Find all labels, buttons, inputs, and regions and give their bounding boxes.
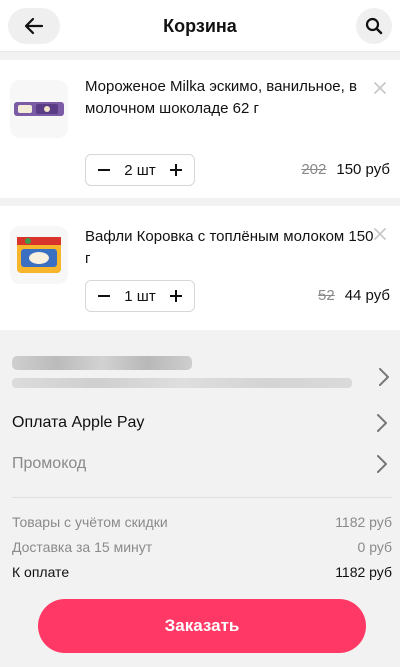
quantity-stepper: 1 шт bbox=[85, 280, 195, 312]
cart-item: Вафли Коровка с топлёным молоком 150 г 1… bbox=[0, 206, 400, 330]
summary-delivery-row: Доставка за 15 минут 0 руб bbox=[12, 539, 392, 555]
old-price: 52 bbox=[318, 287, 335, 304]
search-button[interactable] bbox=[356, 8, 392, 44]
close-icon bbox=[374, 228, 386, 240]
product-thumbnail[interactable] bbox=[10, 226, 68, 284]
summary-goods-row: Товары с учётом скидки 1182 руб bbox=[12, 514, 392, 530]
decrease-quantity-button[interactable] bbox=[96, 288, 112, 304]
product-thumbnail[interactable] bbox=[10, 80, 68, 138]
increase-quantity-button[interactable] bbox=[168, 288, 184, 304]
plus-icon bbox=[169, 290, 182, 302]
top-bar: Корзина bbox=[0, 0, 400, 52]
payment-method-row[interactable]: Оплата Apple Pay bbox=[12, 413, 388, 433]
current-price: 44 руб bbox=[344, 287, 390, 304]
price-block: 52 44 руб bbox=[318, 287, 390, 304]
price-block: 202 150 руб bbox=[301, 161, 390, 178]
quantity-stepper: 2 шт bbox=[85, 154, 195, 186]
payment-method-label: Оплата Apple Pay bbox=[12, 414, 145, 431]
remove-item-button[interactable] bbox=[372, 226, 388, 242]
promo-code-row[interactable]: Промокод bbox=[12, 454, 388, 474]
divider bbox=[12, 497, 392, 498]
delivery-value: 0 руб bbox=[357, 539, 392, 555]
increase-quantity-button[interactable] bbox=[168, 162, 184, 178]
delivery-address-row[interactable] bbox=[0, 340, 400, 398]
blurred-address-details bbox=[12, 378, 352, 388]
remove-item-button[interactable] bbox=[372, 80, 388, 96]
korovka-wafers-image bbox=[17, 237, 61, 273]
page-title: Корзина bbox=[163, 16, 237, 36]
goods-label: Товары с учётом скидки bbox=[12, 514, 168, 530]
blurred-address-line bbox=[12, 356, 192, 370]
total-label: К оплате bbox=[12, 564, 70, 580]
quantity-value: 2 шт bbox=[124, 161, 156, 179]
current-price: 150 руб bbox=[336, 161, 390, 178]
total-value: 1182 руб bbox=[335, 564, 392, 580]
quantity-value: 1 шт bbox=[124, 287, 156, 305]
goods-value: 1182 руб bbox=[335, 514, 392, 530]
plus-icon bbox=[169, 164, 182, 176]
delivery-label: Доставка за 15 минут bbox=[12, 539, 153, 555]
minus-icon bbox=[98, 169, 110, 171]
chevron-right-icon bbox=[379, 368, 389, 386]
close-icon bbox=[374, 82, 386, 94]
product-name: Мороженое Milka эскимо, ванильное, в мол… bbox=[85, 78, 357, 117]
old-price: 202 bbox=[301, 161, 327, 178]
minus-icon bbox=[98, 295, 110, 297]
cart-item: Мороженое Milka эскимо, ванильное, в мол… bbox=[0, 60, 400, 198]
product-name: Вафли Коровка с топлёным молоком 150 г bbox=[85, 228, 374, 267]
promo-code-label: Промокод bbox=[12, 455, 87, 472]
chevron-right-icon bbox=[377, 455, 387, 473]
blurred-address bbox=[12, 350, 372, 390]
decrease-quantity-button[interactable] bbox=[96, 162, 112, 178]
chevron-right-icon bbox=[377, 414, 387, 432]
summary-total-row: К оплате 1182 руб bbox=[12, 564, 392, 580]
milka-ice-cream-image bbox=[14, 102, 64, 116]
search-icon bbox=[365, 17, 383, 35]
order-button[interactable]: Заказать bbox=[38, 599, 366, 653]
